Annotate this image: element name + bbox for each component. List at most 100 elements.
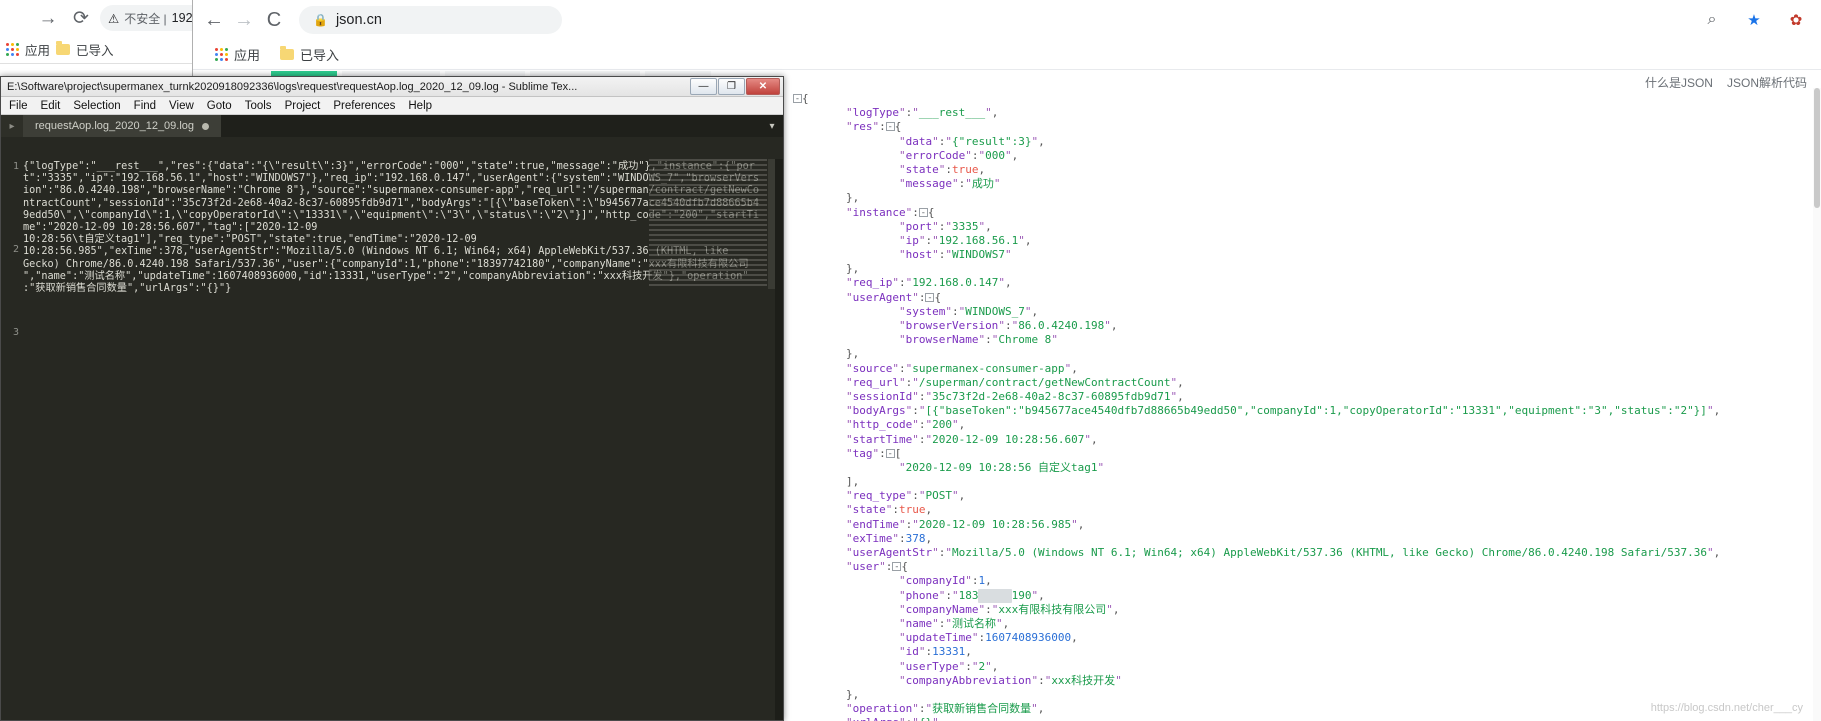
json-line: "browserVersion":"86.0.4240.198", xyxy=(898,319,1118,332)
menu-help[interactable]: Help xyxy=(408,100,432,112)
back-icon[interactable]: ← xyxy=(199,5,229,35)
browser-toolbar: ← → C 🔒 json.cn ⌕ ★ ✿ xyxy=(193,0,1821,40)
bookmark-apps-label: 应用 xyxy=(234,48,261,63)
extensions-icon[interactable]: ✿ xyxy=(1781,5,1811,35)
json-line: "port":"3335", xyxy=(898,219,992,233)
sidebar-toggle-icon[interactable]: ▸ xyxy=(1,115,23,137)
watermark: https://blog.csdn.net/cher___cy xyxy=(1650,701,1803,714)
json-line: "system":"WINDOWS_7", xyxy=(898,304,1039,318)
json-line: "companyAbbreviation":"xxx科技开发" xyxy=(898,673,1122,687)
menu-view[interactable]: View xyxy=(169,100,194,112)
menu-goto[interactable]: Goto xyxy=(207,100,232,112)
json-line: "req_type":"POST", xyxy=(845,489,966,503)
forward-icon[interactable]: → xyxy=(37,9,59,28)
not-secure-label: 不安全 | xyxy=(124,11,167,26)
json-line: "state":true, xyxy=(898,162,986,176)
json-line: }, xyxy=(845,262,860,276)
menu-tools[interactable]: Tools xyxy=(245,100,272,112)
json-line: }, xyxy=(845,347,860,361)
bookmark-imported-label[interactable]: 已导入 xyxy=(76,40,114,59)
bookmarks-bar: 应用 已导入 xyxy=(193,40,1821,70)
editor-tab-requestaop-log[interactable]: requestAop.log_2020_12_09.log xyxy=(23,115,222,137)
not-secure-icon: ⚠ xyxy=(108,11,120,26)
url-text: json.cn xyxy=(335,12,382,28)
json-line: "sessionId":"35c73f2d-2e68-40a2-8c37-608… xyxy=(845,389,1184,403)
json-line: "companyName":"xxx有限科技有限公司", xyxy=(898,602,1120,616)
json-line: "http_code":"200", xyxy=(845,418,966,432)
json-line: "browserName":"Chrome 8" xyxy=(898,333,1058,347)
menu-find[interactable]: Find xyxy=(134,100,156,112)
json-line: "startTime":"2020-12-09 10:28:56.607", xyxy=(845,432,1098,446)
editor-tab-label: requestAop.log_2020_12_09.log xyxy=(35,120,195,132)
json-scrollbar[interactable] xyxy=(1813,88,1821,721)
json-line: "req_ip":"192.168.0.147", xyxy=(845,276,1012,290)
maximize-button[interactable]: ❐ xyxy=(718,77,745,95)
background-browser-nav: ← → ⟳ xyxy=(0,9,92,28)
json-line: "message":"成功" xyxy=(898,177,1001,191)
json-line: "userAgent": -{ xyxy=(845,290,942,304)
toolbar-right-buttons: ⌕ ★ ✿ xyxy=(1697,5,1811,35)
reload-icon[interactable]: ⟳ xyxy=(70,9,92,28)
json-line: "logType":"___rest___", xyxy=(845,106,999,120)
line-number: 3 xyxy=(12,327,19,338)
line-number: 1 xyxy=(12,161,19,172)
reload-icon[interactable]: C xyxy=(259,5,289,35)
json-line: "instance": -{ xyxy=(845,205,935,219)
json-line: "res": -{ xyxy=(845,120,902,134)
editor-minimap[interactable] xyxy=(649,159,767,289)
collapse-toggle-icon[interactable]: - xyxy=(885,448,895,458)
json-line: "endTime":"2020-12-09 10:28:56.985", xyxy=(845,517,1085,531)
sublime-titlebar: E:\Software\project\supermanex_turnk2020… xyxy=(1,77,783,97)
apps-grid-icon[interactable] xyxy=(6,43,19,56)
menu-selection[interactable]: Selection xyxy=(73,100,120,112)
json-line: "data":"{"result":3}", xyxy=(898,134,1045,148)
json-line: "errorCode":"000", xyxy=(898,148,1019,162)
json-line: -{ xyxy=(793,92,809,105)
tabbar-filler xyxy=(221,115,761,137)
collapse-toggle-icon[interactable]: - xyxy=(793,94,802,104)
line-number-gutter: 1 2 3 xyxy=(1,159,23,720)
sublime-tabbar: ▸ requestAop.log_2020_12_09.log ▾ xyxy=(1,115,783,137)
menu-preferences[interactable]: Preferences xyxy=(333,100,395,112)
json-line: "phone":"183xxxxx190", xyxy=(898,588,1045,603)
tab-overflow-icon[interactable]: ▾ xyxy=(761,115,783,137)
json-scrollbar-thumb[interactable] xyxy=(1814,88,1820,208)
json-line: }, xyxy=(845,191,860,205)
collapse-toggle-icon[interactable]: - xyxy=(918,207,928,217)
editor-scrollbar[interactable] xyxy=(768,159,775,289)
close-button[interactable]: ✕ xyxy=(746,77,780,95)
lock-icon: 🔒 xyxy=(313,13,328,27)
folder-icon xyxy=(56,41,71,55)
json-line: "req_url":"/superman/contract/getNewCont… xyxy=(845,375,1184,389)
menu-project[interactable]: Project xyxy=(285,100,321,112)
menu-edit[interactable]: Edit xyxy=(41,100,61,112)
json-line: "userAgentStr":"Mozilla/5.0 (Windows NT … xyxy=(845,546,1721,559)
star-icon[interactable]: ★ xyxy=(1739,5,1769,35)
forward-icon[interactable]: → xyxy=(229,5,259,35)
bookmark-apps[interactable]: 应用 xyxy=(209,43,266,66)
bookmark-imported-label: 已导入 xyxy=(300,48,340,63)
folder-icon xyxy=(280,46,295,60)
minimize-button[interactable]: — xyxy=(690,77,717,95)
line-number: 2 xyxy=(12,244,19,255)
collapse-toggle-icon[interactable]: - xyxy=(885,122,895,132)
json-line: "updateTime":1607408936000, xyxy=(898,631,1078,645)
json-line: "userType":"2", xyxy=(898,659,999,673)
collapse-toggle-icon[interactable]: - xyxy=(892,562,902,572)
bookmark-apps-label[interactable]: 应用 xyxy=(25,40,50,59)
json-line: "urlArgs":"{}" xyxy=(793,716,1821,721)
json-line: "source":"supermanex-consumer-app", xyxy=(845,361,1078,375)
editor-right-edge xyxy=(775,159,783,720)
sublime-title: E:\Software\project\supermanex_turnk2020… xyxy=(7,80,578,93)
menu-file[interactable]: File xyxy=(9,100,28,112)
apps-grid-icon xyxy=(215,48,228,61)
json-line: "ip":"192.168.56.1", xyxy=(898,233,1032,247)
json-line: "tag": -[ xyxy=(845,446,902,460)
bookmark-imported[interactable]: 已导入 xyxy=(274,43,345,66)
json-line: ], xyxy=(845,475,860,489)
json-line: "user": -{ xyxy=(845,560,908,574)
json-line: "name":"测试名称", xyxy=(898,616,1010,630)
address-bar[interactable]: 🔒 json.cn xyxy=(299,6,562,34)
sublime-menubar: File Edit Selection Find View Goto Tools… xyxy=(1,97,783,115)
search-icon[interactable]: ⌕ xyxy=(1697,5,1727,35)
